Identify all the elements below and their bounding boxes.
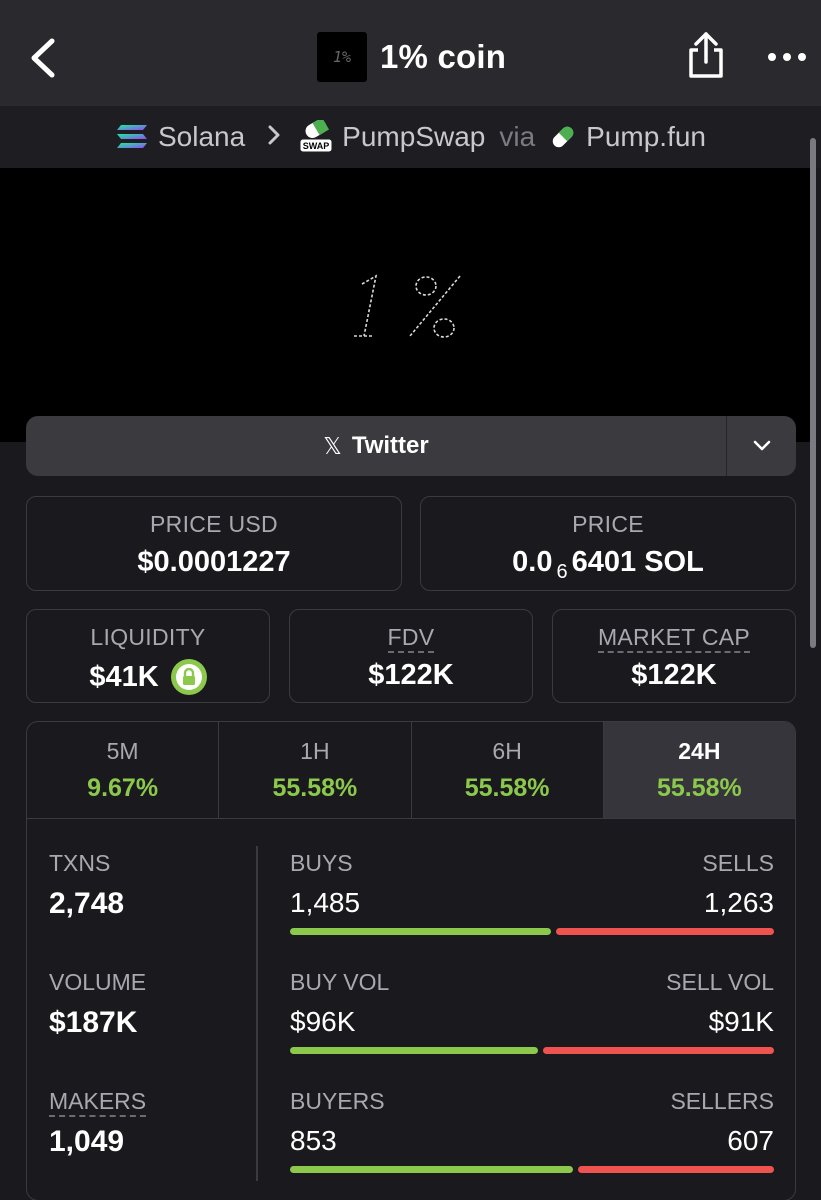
sellers-bar bbox=[577, 1166, 774, 1173]
tab-change: 9.67% bbox=[87, 774, 159, 802]
fdv-value: $122K bbox=[368, 659, 454, 691]
volume-split-bar bbox=[290, 1047, 774, 1054]
sells-label: SELLS bbox=[702, 850, 774, 876]
svg-text:SWAP: SWAP bbox=[303, 141, 330, 151]
breadcrumb-dex[interactable]: SWAP PumpSwap bbox=[299, 120, 485, 154]
tab-label: 6H bbox=[492, 738, 522, 764]
buys-sells-bar bbox=[290, 928, 774, 935]
twitter-label: Twitter bbox=[351, 432, 429, 459]
liquidity-value: $41K bbox=[89, 660, 159, 693]
breadcrumb-launchpad-label: Pump.fun bbox=[586, 121, 707, 152]
chevron-right-icon bbox=[267, 121, 281, 153]
sellers-value: 607 bbox=[727, 1125, 774, 1156]
twitter-button[interactable]: 𝕏 Twitter bbox=[26, 416, 726, 476]
price-usd-box: PRICE USD $0.0001227 bbox=[26, 496, 402, 591]
tab-change: 55.58% bbox=[464, 774, 550, 802]
buyers-value: 853 bbox=[290, 1125, 337, 1156]
breadcrumb-chain[interactable]: Solana bbox=[115, 121, 245, 153]
buys-value: 1,485 bbox=[290, 887, 361, 918]
breadcrumb-launchpad[interactable]: Pump.fun bbox=[549, 121, 706, 153]
sells-value: 1,263 bbox=[703, 887, 774, 918]
price-usd-label: PRICE USD bbox=[150, 511, 278, 537]
token-logo: 1% bbox=[317, 32, 367, 82]
buy-vol-value: $96K bbox=[290, 1006, 356, 1037]
breadcrumb-chain-label: Solana bbox=[157, 121, 246, 152]
price-native-value: 0.0 6 6401 SOL bbox=[421, 546, 795, 583]
volume-stat: VOLUME $187K bbox=[49, 969, 146, 1040]
buyers-sellers-row: BUYERS SELLERS 853 607 bbox=[290, 1088, 774, 1173]
sell-vol-bar bbox=[543, 1047, 774, 1054]
price-zero-count: 6 bbox=[556, 561, 568, 583]
solana-icon bbox=[115, 123, 149, 151]
pumpswap-icon: SWAP bbox=[299, 120, 333, 154]
tab-change: 55.58% bbox=[656, 774, 742, 802]
price-prefix: 0.0 bbox=[512, 546, 553, 578]
fdv-box: FDV $122K bbox=[289, 609, 533, 703]
column-divider bbox=[256, 846, 258, 1181]
price-suffix: 6401 SOL bbox=[571, 546, 704, 578]
breadcrumb-dex-label: PumpSwap bbox=[342, 121, 486, 152]
breadcrumb-via: via bbox=[499, 121, 536, 152]
market-cap-label[interactable]: MARKET CAP bbox=[597, 624, 751, 653]
banner-logo bbox=[340, 270, 475, 347]
share-icon[interactable] bbox=[686, 30, 726, 80]
makers-label[interactable]: MAKERS bbox=[49, 1088, 147, 1117]
buyers-bar bbox=[290, 1166, 573, 1173]
sell-vol-label: SELL VOL bbox=[666, 969, 774, 995]
price-native-box: PRICE 0.0 6 6401 SOL bbox=[420, 496, 796, 591]
buys-sells-row: BUYS SELLS 1,485 1,263 bbox=[290, 850, 774, 935]
scrollbar[interactable] bbox=[810, 138, 816, 648]
pill-icon bbox=[549, 123, 577, 151]
volume-value: $187K bbox=[49, 1006, 138, 1039]
more-options-icon[interactable] bbox=[768, 50, 806, 64]
liquidity-label: LIQUIDITY bbox=[90, 624, 206, 650]
breadcrumb: Solana SWAP PumpSwap via Pump.fun bbox=[0, 106, 821, 168]
txns-stat: TXNS 2,748 bbox=[49, 850, 124, 921]
x-logo-icon: 𝕏 bbox=[323, 432, 342, 459]
fdv-label[interactable]: FDV bbox=[387, 624, 435, 653]
tab-1h[interactable]: 1H 55.58% bbox=[219, 722, 412, 818]
sells-bar bbox=[556, 928, 774, 935]
period-tabs: 5M 9.67% 1H 55.58% 6H 55.58% 24H 55.58% bbox=[27, 722, 795, 819]
buyers-sellers-bar bbox=[290, 1166, 774, 1173]
volume-label: VOLUME bbox=[49, 969, 147, 995]
makers-value: 1,049 bbox=[49, 1125, 125, 1158]
market-cap-box: MARKET CAP $122K bbox=[552, 609, 796, 703]
buys-label: BUYS bbox=[290, 850, 353, 876]
lock-icon[interactable] bbox=[170, 659, 207, 695]
liquidity-value-row: $41K bbox=[27, 659, 269, 695]
liquidity-box: LIQUIDITY $41K bbox=[26, 609, 270, 703]
buy-vol-bar bbox=[290, 1047, 539, 1054]
tab-label: 24H bbox=[678, 738, 721, 764]
tab-6h[interactable]: 6H 55.58% bbox=[412, 722, 604, 818]
txns-label: TXNS bbox=[49, 850, 111, 876]
tab-label: 5M bbox=[106, 738, 139, 764]
price-native-label: PRICE bbox=[572, 511, 644, 537]
twitter-bar: 𝕏 Twitter bbox=[26, 416, 796, 476]
tab-change: 55.58% bbox=[272, 774, 358, 802]
top-nav-bar: 1% 1% coin bbox=[0, 0, 821, 106]
buyers-label: BUYERS bbox=[290, 1088, 385, 1114]
buy-vol-label: BUY VOL bbox=[290, 969, 390, 995]
buys-bar bbox=[290, 928, 552, 935]
back-arrow-icon[interactable] bbox=[28, 38, 60, 78]
price-usd-value: $0.0001227 bbox=[137, 546, 291, 578]
makers-stat: MAKERS 1,049 bbox=[49, 1088, 147, 1159]
token-title: 1% 1% coin bbox=[317, 32, 506, 82]
tab-24h[interactable]: 24H 55.58% bbox=[603, 722, 795, 818]
page-title: 1% coin bbox=[380, 38, 507, 75]
sell-vol-value: $91K bbox=[708, 1006, 774, 1037]
tab-label: 1H bbox=[300, 738, 330, 764]
tab-5m[interactable]: 5M 9.67% bbox=[27, 722, 220, 818]
sellers-label: SELLERS bbox=[670, 1088, 774, 1114]
activity-panel: 5M 9.67% 1H 55.58% 6H 55.58% 24H 55.58% … bbox=[26, 721, 796, 1200]
txns-value: 2,748 bbox=[49, 887, 125, 920]
market-cap-value: $122K bbox=[631, 659, 717, 691]
volume-split-row: BUY VOL SELL VOL $96K $91K bbox=[290, 969, 774, 1054]
chevron-down-icon[interactable] bbox=[726, 416, 796, 476]
